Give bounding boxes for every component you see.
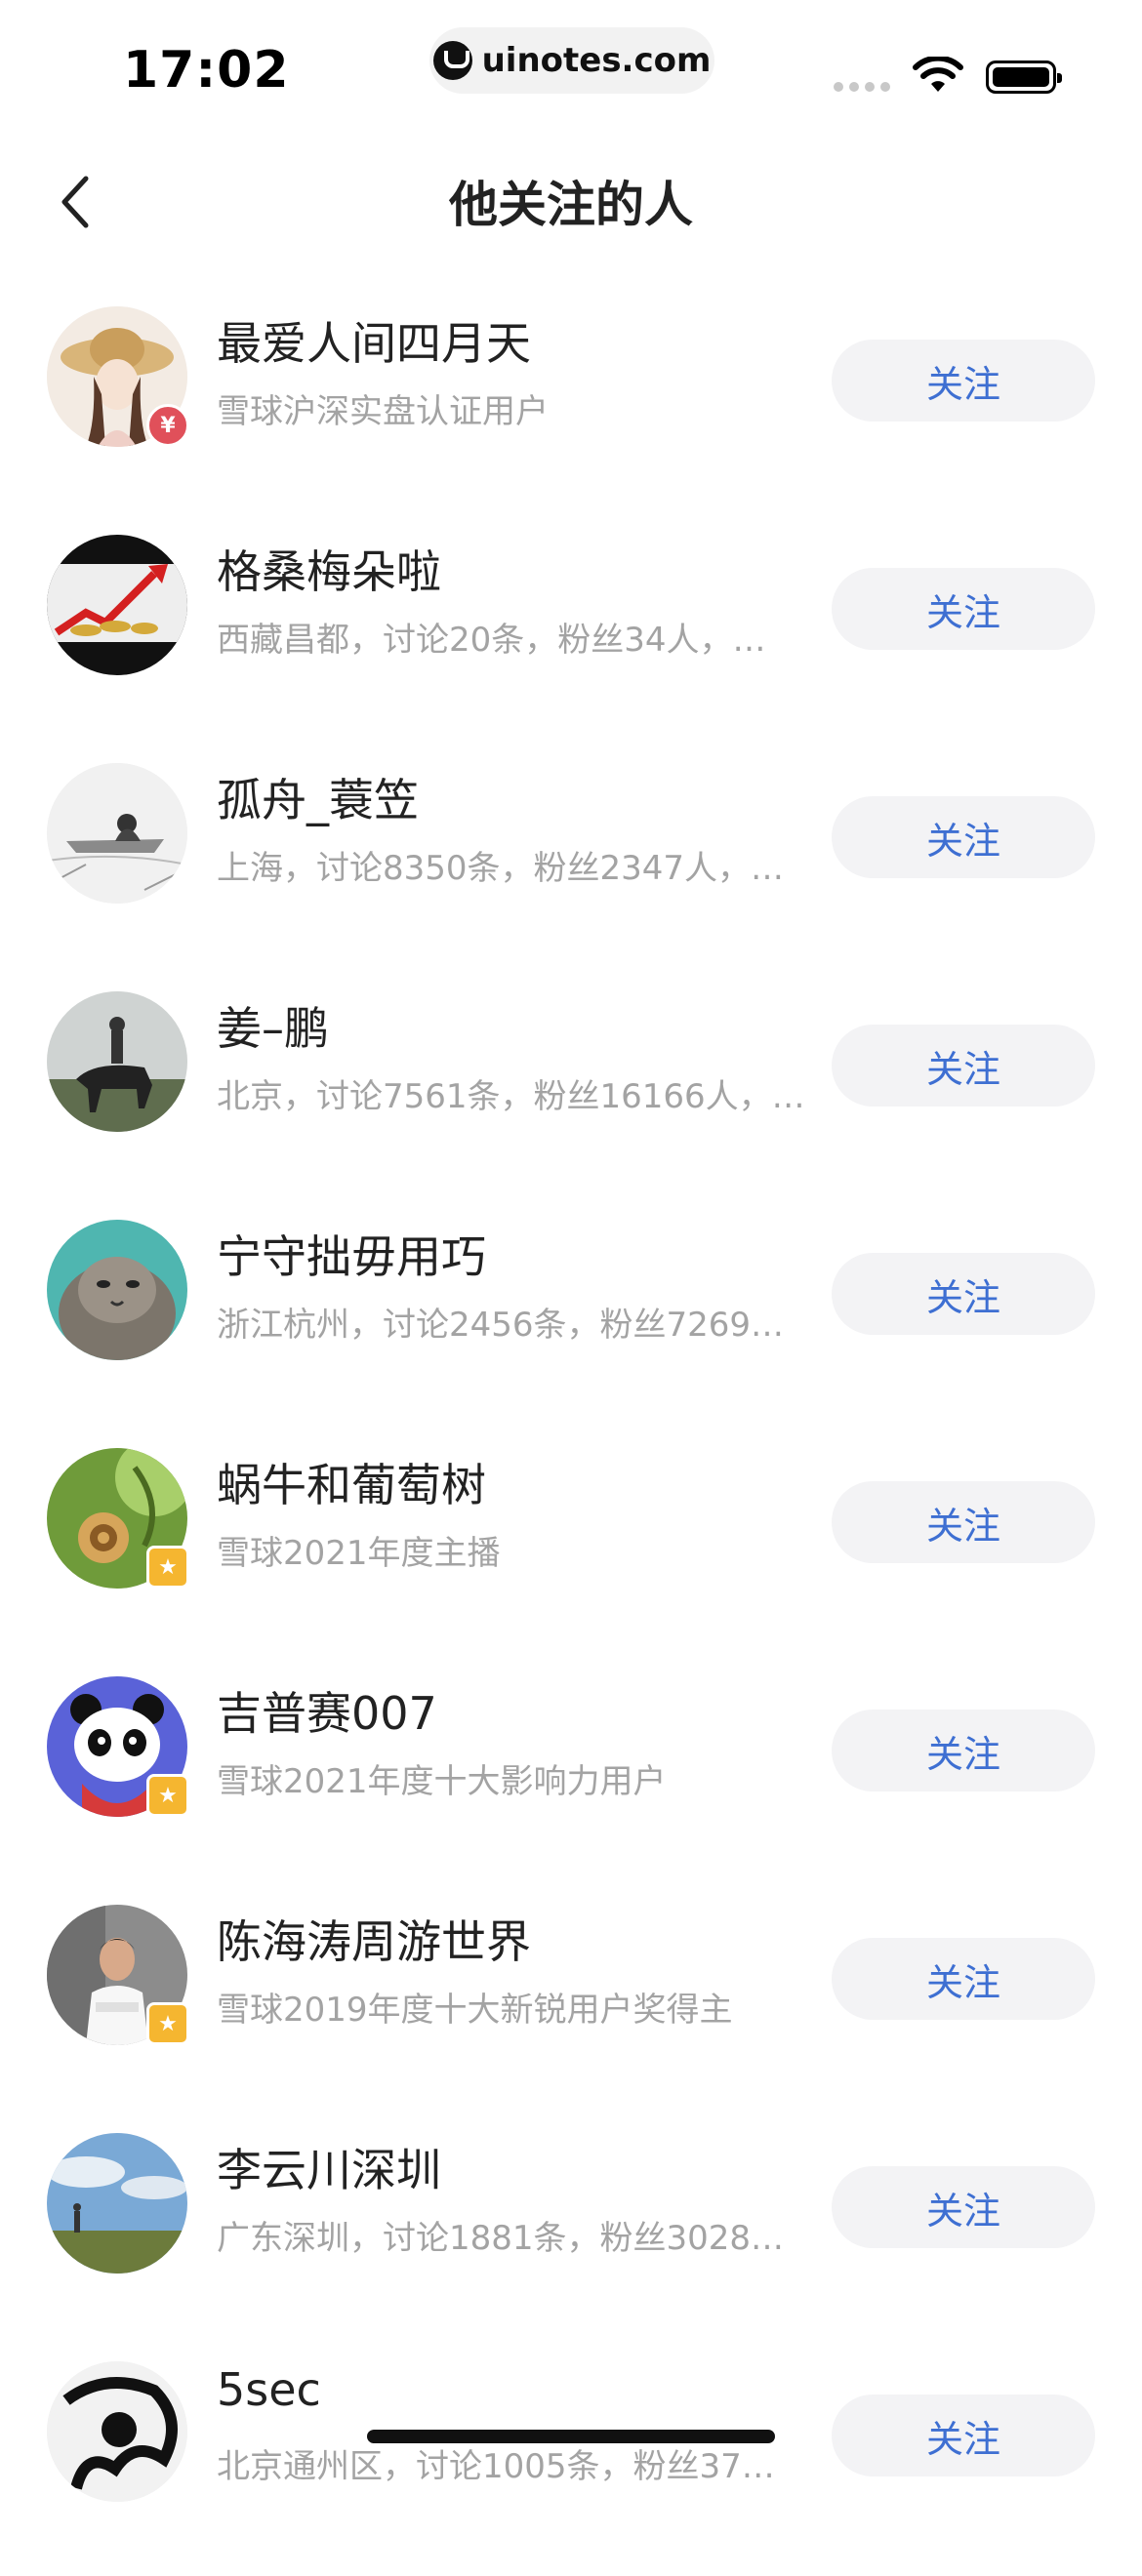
- user-name[interactable]: 蜗牛和葡萄树: [217, 1450, 486, 1514]
- user-desc: 西藏昌都，讨论20条，粉丝34人，…: [217, 621, 766, 660]
- list-item[interactable]: ★ 蜗牛和葡萄树 雪球2021年度主播 关注: [0, 1434, 1142, 1663]
- user-name[interactable]: 姜–鹏: [217, 993, 329, 1058]
- avatar[interactable]: [47, 2361, 187, 2502]
- award-badge-icon: ★: [146, 1774, 189, 1817]
- list-item[interactable]: 姜–鹏 北京，讨论7561条，粉丝16166人，… 关注: [0, 978, 1142, 1206]
- avatar[interactable]: [47, 1220, 187, 1360]
- list-item[interactable]: 李云川深圳 广东深圳，讨论1881条，粉丝3028… 关注: [0, 2119, 1142, 2348]
- list-item[interactable]: 格桑梅朵啦 西藏昌都，讨论20条，粉丝34人，… 关注: [0, 521, 1142, 749]
- certified-badge-icon: ¥: [146, 404, 189, 447]
- user-desc: 雪球2019年度十大新锐用户奖得主: [217, 1991, 733, 2030]
- user-name[interactable]: 孤舟_蓑笠: [217, 765, 419, 829]
- user-name[interactable]: 陈海涛周游世界: [217, 1907, 531, 1971]
- user-name[interactable]: 李云川深圳: [217, 2135, 441, 2199]
- avatar[interactable]: [47, 2133, 187, 2274]
- avatar[interactable]: [47, 535, 187, 675]
- url-pill[interactable]: uinotes.com: [429, 27, 714, 94]
- avatar[interactable]: [47, 763, 187, 904]
- user-desc: 北京通州区，讨论1005条，粉丝37…: [217, 2447, 775, 2486]
- user-name[interactable]: 最爱人间四月天: [217, 308, 531, 373]
- page-title: 他关注的人: [449, 177, 693, 233]
- award-badge-icon: ★: [146, 2002, 189, 2045]
- status-bar: 17:02 uinotes.com: [0, 0, 1142, 127]
- award-badge-icon: ★: [146, 1546, 189, 1589]
- user-desc: 雪球2021年度主播: [217, 1534, 501, 1573]
- user-desc: 雪球2021年度十大影响力用户: [217, 1762, 667, 1801]
- follow-button[interactable]: 关注: [832, 1710, 1095, 1791]
- follow-button[interactable]: 关注: [832, 1481, 1095, 1563]
- user-desc: 上海，讨论8350条，粉丝2347人，…: [217, 849, 785, 888]
- avatar[interactable]: [47, 991, 187, 1132]
- battery-icon: [986, 60, 1062, 94]
- follow-button[interactable]: 关注: [832, 2395, 1095, 2476]
- home-indicator[interactable]: [367, 2430, 775, 2443]
- site-logo-icon: [432, 41, 472, 80]
- list-item[interactable]: ★ 陈海涛周游世界 雪球2019年度十大新锐用户奖得主 关注: [0, 1891, 1142, 2119]
- list-item[interactable]: 宁守拙毋用巧 浙江杭州，讨论2456条，粉丝7269… 关注: [0, 1206, 1142, 1434]
- user-name[interactable]: 格桑梅朵啦: [217, 537, 441, 601]
- signal-icon: [834, 82, 890, 92]
- user-desc: 雪球沪深实盘认证用户: [217, 392, 549, 431]
- list-item[interactable]: ¥ 最爱人间四月天 雪球沪深实盘认证用户 关注: [0, 293, 1142, 521]
- follow-button[interactable]: 关注: [832, 1938, 1095, 2020]
- list-item[interactable]: 孤舟_蓑笠 上海，讨论8350条，粉丝2347人，… 关注: [0, 749, 1142, 978]
- user-desc: 广东深圳，讨论1881条，粉丝3028…: [217, 2219, 785, 2258]
- follow-button[interactable]: 关注: [832, 1025, 1095, 1107]
- follow-button[interactable]: 关注: [832, 796, 1095, 878]
- user-name[interactable]: 吉普赛007: [217, 1678, 437, 1743]
- url-text: uinotes.com: [481, 41, 712, 80]
- list-item[interactable]: 5sec 北京通州区，讨论1005条，粉丝37… 关注: [0, 2348, 1142, 2576]
- nav-bar: 他关注的人: [0, 137, 1142, 263]
- follow-button[interactable]: 关注: [832, 568, 1095, 650]
- list-item[interactable]: ★ 吉普赛007 雪球2021年度十大影响力用户 关注: [0, 1663, 1142, 1891]
- user-name[interactable]: 宁守拙毋用巧: [217, 1222, 486, 1286]
- user-name[interactable]: 5sec: [217, 2363, 321, 2416]
- follow-button[interactable]: 关注: [832, 2166, 1095, 2248]
- user-desc: 浙江杭州，讨论2456条，粉丝7269…: [217, 1306, 785, 1345]
- wifi-icon: [912, 55, 964, 100]
- follow-button[interactable]: 关注: [832, 1253, 1095, 1335]
- user-desc: 北京，讨论7561条，粉丝16166人，…: [217, 1077, 805, 1116]
- follow-button[interactable]: 关注: [832, 340, 1095, 422]
- status-time: 17:02: [123, 41, 290, 100]
